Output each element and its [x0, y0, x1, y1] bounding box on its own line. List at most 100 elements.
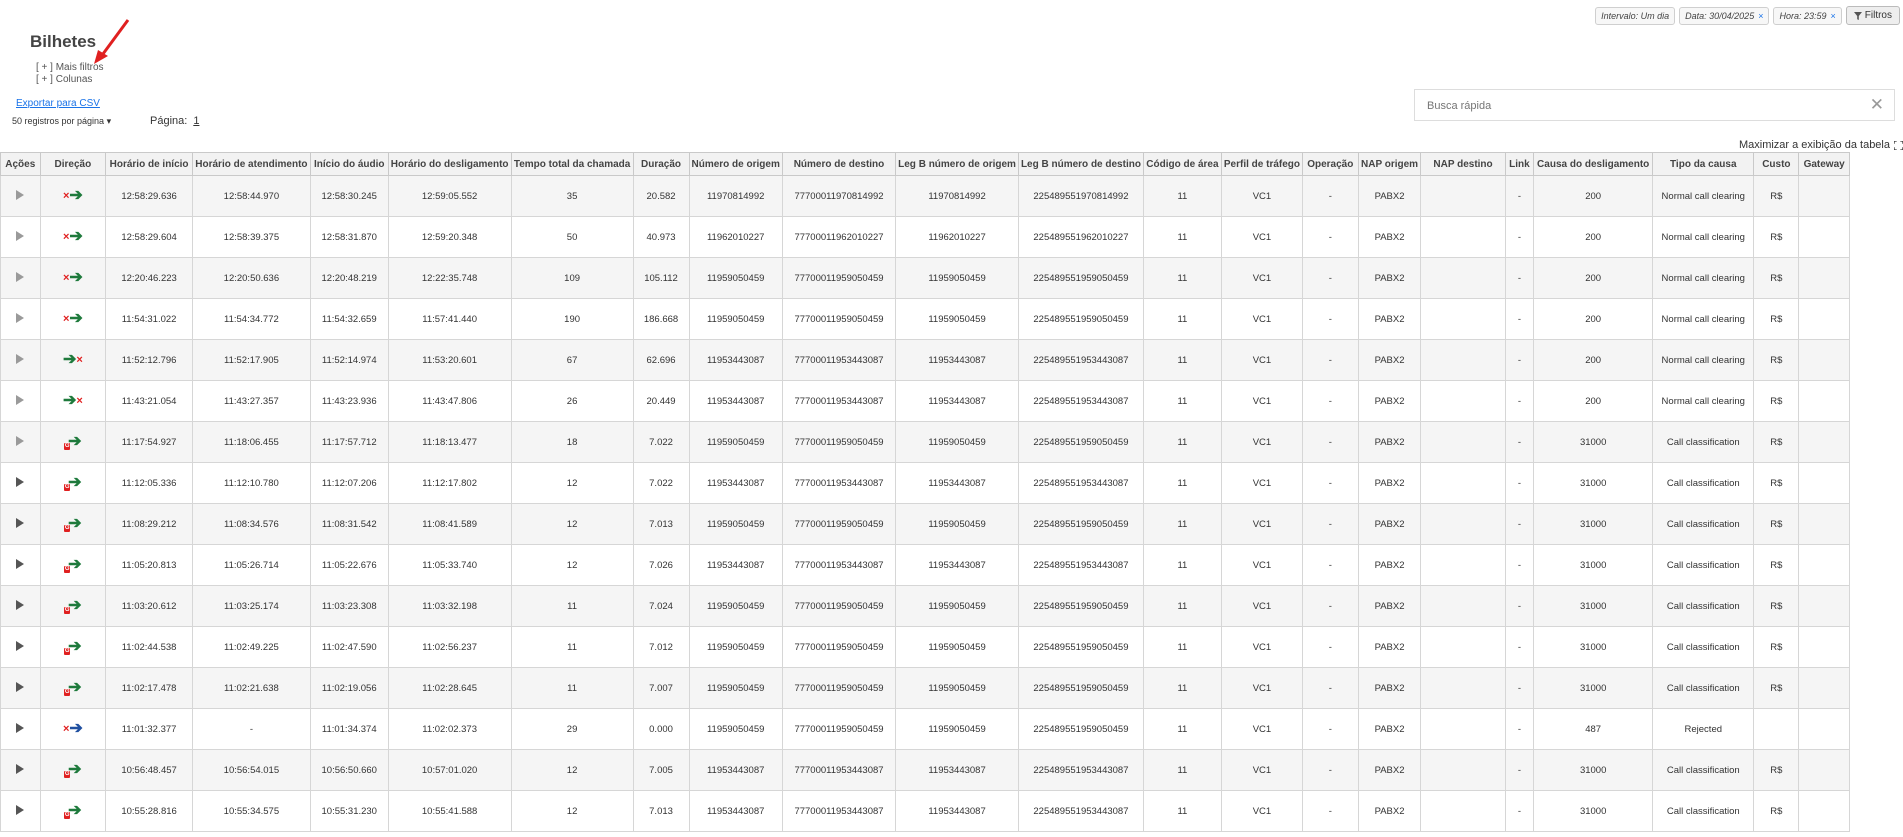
cell-area: 11	[1142, 339, 1222, 381]
column-header[interactable]: Leg B número de origem	[895, 152, 1019, 176]
cell-dest: 77700011959050459	[781, 503, 897, 545]
column-header[interactable]: Leg B número de destino	[1017, 152, 1144, 176]
column-header[interactable]: Tipo da causa	[1652, 152, 1755, 176]
table-row[interactable]: G ➔ 11:02:44.538 11:02:49.225 11:02:47.590 11…	[0, 626, 1850, 668]
date-chip-remove-icon[interactable]: ×	[1758, 11, 1763, 21]
column-header[interactable]: Perfil de tráfego	[1220, 152, 1304, 176]
table-row[interactable]: G ➔ 10:55:28.816 10:55:34.575 10:55:31.230 10…	[0, 790, 1850, 832]
per-page-select[interactable]: 50 registros por página ▾	[12, 116, 111, 127]
cell-op: -	[1302, 257, 1359, 299]
quick-search-input[interactable]	[1425, 99, 1829, 113]
cell-area: 11	[1142, 462, 1222, 504]
play-icon[interactable]	[16, 394, 25, 405]
table-row[interactable]: × ➔ 12:58:29.604 12:58:39.375 12:58:31.870 12…	[0, 216, 1850, 258]
play-icon[interactable]	[16, 476, 25, 487]
cell-audio: 11:52:14.974	[309, 339, 389, 381]
column-header[interactable]: Código de área	[1142, 152, 1222, 176]
cell-dest: 77700011953443087	[781, 790, 897, 832]
cell-prof: VC1	[1220, 790, 1304, 832]
column-header[interactable]: Horário de atendimento	[191, 152, 311, 176]
table-row[interactable]: × ➔ 12:20:46.223 12:20:50.636 12:20:48.219 12…	[0, 257, 1850, 299]
column-header[interactable]: NAP destino	[1420, 152, 1506, 176]
table-row[interactable]: ➔ × 11:43:21.054 11:43:27.357 11:43:23.936 11…	[0, 380, 1850, 422]
cell-total: 190	[510, 298, 634, 340]
classified-direction-icon: G ➔	[64, 802, 82, 819]
column-header[interactable]: Tempo total da chamada	[510, 152, 634, 176]
play-icon[interactable]	[16, 189, 25, 200]
cell-audio: 11:54:32.659	[309, 298, 389, 340]
cell-link: -	[1504, 175, 1535, 217]
table-row[interactable]: × ➔ 11:01:32.377-11:01:34.374 11:02:02.373 2…	[0, 708, 1850, 750]
date-chip[interactable]: Data: 30/04/2025 ×	[1679, 6, 1770, 25]
column-header[interactable]: Duração	[632, 152, 690, 176]
table-row[interactable]: × ➔ 12:58:29.636 12:58:44.970 12:58:30.245 12…	[0, 175, 1850, 217]
column-header[interactable]: Número de origem	[688, 152, 783, 176]
caret-down-icon: ▾	[106, 116, 112, 126]
failed-outbound-direction-icon: × ➔	[62, 310, 83, 327]
play-icon[interactable]	[16, 640, 25, 651]
cell-orig: 11959050459	[688, 257, 783, 299]
play-icon[interactable]	[16, 230, 25, 241]
hour-chip-remove-icon[interactable]: ×	[1831, 11, 1836, 21]
play-icon[interactable]	[16, 271, 25, 282]
table-row[interactable]: G ➔ 10:56:48.457 10:56:54.015 10:56:50.660 10…	[0, 749, 1850, 791]
column-header[interactable]: Gateway	[1798, 152, 1850, 176]
table-row[interactable]: G ➔ 11:02:17.478 11:02:21.638 11:02:19.056 11…	[0, 667, 1850, 709]
cell-lbo: 11962010227	[895, 216, 1019, 258]
play-icon[interactable]	[16, 312, 25, 323]
column-header[interactable]: Horário de início	[105, 152, 193, 176]
cell-cost: R$	[1753, 544, 1800, 586]
cell-cost: R$	[1753, 380, 1800, 422]
play-icon[interactable]	[16, 763, 25, 774]
column-header[interactable]: Direção	[39, 152, 107, 176]
page-number-link[interactable]: 1	[193, 115, 199, 127]
play-icon[interactable]	[16, 722, 25, 733]
cell-link: -	[1504, 749, 1535, 791]
cell-link: -	[1504, 585, 1535, 627]
cell-cost: R$	[1753, 298, 1800, 340]
play-icon[interactable]	[16, 681, 25, 692]
maximize-table-button[interactable]: Maximizar a exibição da tabela	[1739, 139, 1903, 151]
interval-chip[interactable]: Intervalo: Um dia	[1595, 6, 1676, 25]
cell-cause: 31000	[1533, 790, 1654, 832]
cell-orig: 11953443087	[688, 544, 783, 586]
cell-napo: PABX2	[1357, 585, 1422, 627]
cell-orig: 11953443087	[688, 462, 783, 504]
columns-toggle[interactable]: [ + ] Colunas	[36, 74, 92, 85]
cell-dur: 186.668	[632, 298, 690, 340]
export-csv-link[interactable]: Exportar para CSV	[16, 98, 100, 109]
close-icon[interactable]: ✕	[1870, 95, 1884, 115]
table-row[interactable]: G ➔ 11:12:05.336 11:12:10.780 11:12:07.206 11…	[0, 462, 1850, 504]
column-header[interactable]: Horário do desligamento	[387, 152, 512, 176]
cell-dur: 7.022	[632, 421, 690, 463]
play-icon[interactable]	[16, 599, 25, 610]
play-icon[interactable]	[16, 517, 25, 528]
cell-start: 11:52:12.796	[105, 339, 193, 381]
column-header[interactable]: Início do áudio	[309, 152, 389, 176]
column-header[interactable]: Link	[1504, 152, 1535, 176]
play-icon[interactable]	[16, 353, 25, 364]
table-row[interactable]: G ➔ 11:03:20.612 11:03:25.174 11:03:23.308 11…	[0, 585, 1850, 627]
play-icon[interactable]	[16, 558, 25, 569]
filters-button[interactable]: Filtros	[1845, 6, 1900, 25]
more-filters-toggle[interactable]: [ + ] Mais filtros	[36, 62, 104, 73]
column-header[interactable]: Custo	[1753, 152, 1800, 176]
column-header[interactable]: Causa do desligamento	[1533, 152, 1654, 176]
hour-chip[interactable]: Hora: 23:59 ×	[1773, 6, 1842, 25]
table-row[interactable]: ➔ × 11:52:12.796 11:52:17.905 11:52:14.974 11…	[0, 339, 1850, 381]
play-icon[interactable]	[16, 435, 25, 446]
cell-area: 11	[1142, 175, 1222, 217]
cell-hangup: 11:02:56.237	[387, 626, 512, 668]
table-row[interactable]: G ➔ 11:17:54.927 11:18:06.455 11:17:57.712 11…	[0, 421, 1850, 463]
play-icon[interactable]	[16, 804, 25, 815]
cell-start: 11:43:21.054	[105, 380, 193, 422]
table-row[interactable]: × ➔ 11:54:31.022 11:54:34.772 11:54:32.659 11…	[0, 298, 1850, 340]
column-header[interactable]: Ações	[0, 152, 41, 176]
column-header[interactable]: Número de destino	[781, 152, 897, 176]
actions-cell	[0, 626, 41, 668]
classified-direction-icon: G ➔	[64, 679, 82, 696]
column-header[interactable]: NAP origem	[1357, 152, 1422, 176]
table-row[interactable]: G ➔ 11:08:29.212 11:08:34.576 11:08:31.542 11…	[0, 503, 1850, 545]
column-header[interactable]: Operação	[1302, 152, 1359, 176]
table-row[interactable]: G ➔ 11:05:20.813 11:05:26.714 11:05:22.676 11…	[0, 544, 1850, 586]
